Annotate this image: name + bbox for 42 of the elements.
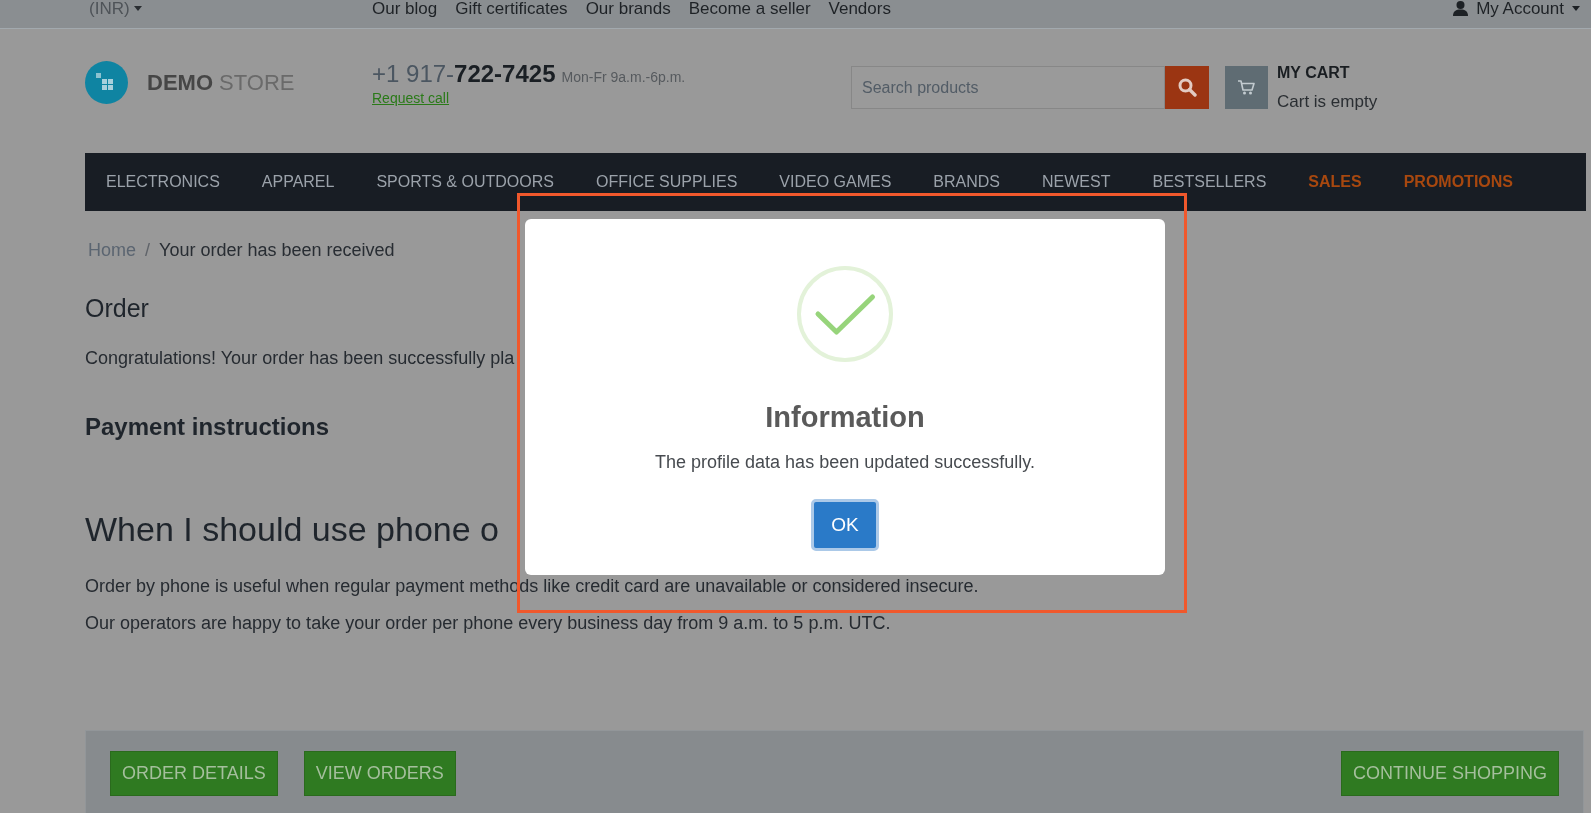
phone-order-heading: When I should use phone o [85,509,499,550]
nav-item[interactable]: BRANDS [912,172,1022,192]
nav-item[interactable]: OFFICE SUPPLIES [574,172,759,192]
top-link[interactable]: Our brands [585,0,671,17]
action-button[interactable]: VIEW ORDERS [303,751,456,796]
search-button[interactable] [1165,66,1209,109]
top-link[interactable]: Gift certificates [455,0,568,17]
success-message: Congratulations! Your order has been successfully pla [85,347,515,370]
page-title: Order [85,293,149,323]
caret-icon [133,6,142,11]
breadcrumb-separator: / [145,239,151,261]
logo-icon [85,61,128,104]
cart-icon[interactable] [1225,66,1268,109]
payment-heading: Payment instructions [85,413,330,441]
nav-item[interactable]: PROMOTIONS [1382,172,1534,192]
nav-item[interactable]: NEWEST [1021,172,1132,192]
user-icon [1453,1,1469,16]
caret-icon [1572,6,1580,11]
check-circle-icon [797,266,893,362]
dialog-message: The profile data has been updated successfully. [655,451,1035,474]
cart-status: Cart is empty [1277,92,1378,112]
info-paragraph: Our operators are happy to take your order per phone every business day from 9 a.m. to 5 p.m. UTC. [85,612,891,635]
nav-item[interactable]: BESTSELLERS [1131,172,1288,192]
nav-item[interactable]: VIDEO GAMES [758,172,913,192]
hours-text: Mon-Fr 9a.m.-6p.m. [561,68,686,87]
top-link[interactable]: Our blog [372,0,438,17]
top-link[interactable]: Vendors [828,0,891,17]
breadcrumb-current: Your order has been received [159,239,395,261]
ok-button[interactable]: OK [811,499,879,551]
nav-item[interactable]: APPAREL [240,172,356,192]
nav-item[interactable]: SPORTS & OUTDOORS [355,172,575,192]
account-menu[interactable]: My Account [1453,0,1580,17]
action-button[interactable]: CONTINUE SHOPPING [1340,751,1559,796]
dialog-title: Information [765,400,925,435]
phone-number: +1 917-722-7425 [372,60,556,88]
nav-item[interactable]: SALES [1287,172,1383,192]
search-icon [1177,78,1197,97]
nav-item[interactable]: ELECTRONICS [85,172,241,192]
search-field[interactable]: Search products [851,66,1165,109]
top-link[interactable]: Become a seller [688,0,811,17]
cart-title[interactable]: MY CART [1277,63,1350,83]
action-button[interactable]: ORDER DETAILS [110,751,278,796]
